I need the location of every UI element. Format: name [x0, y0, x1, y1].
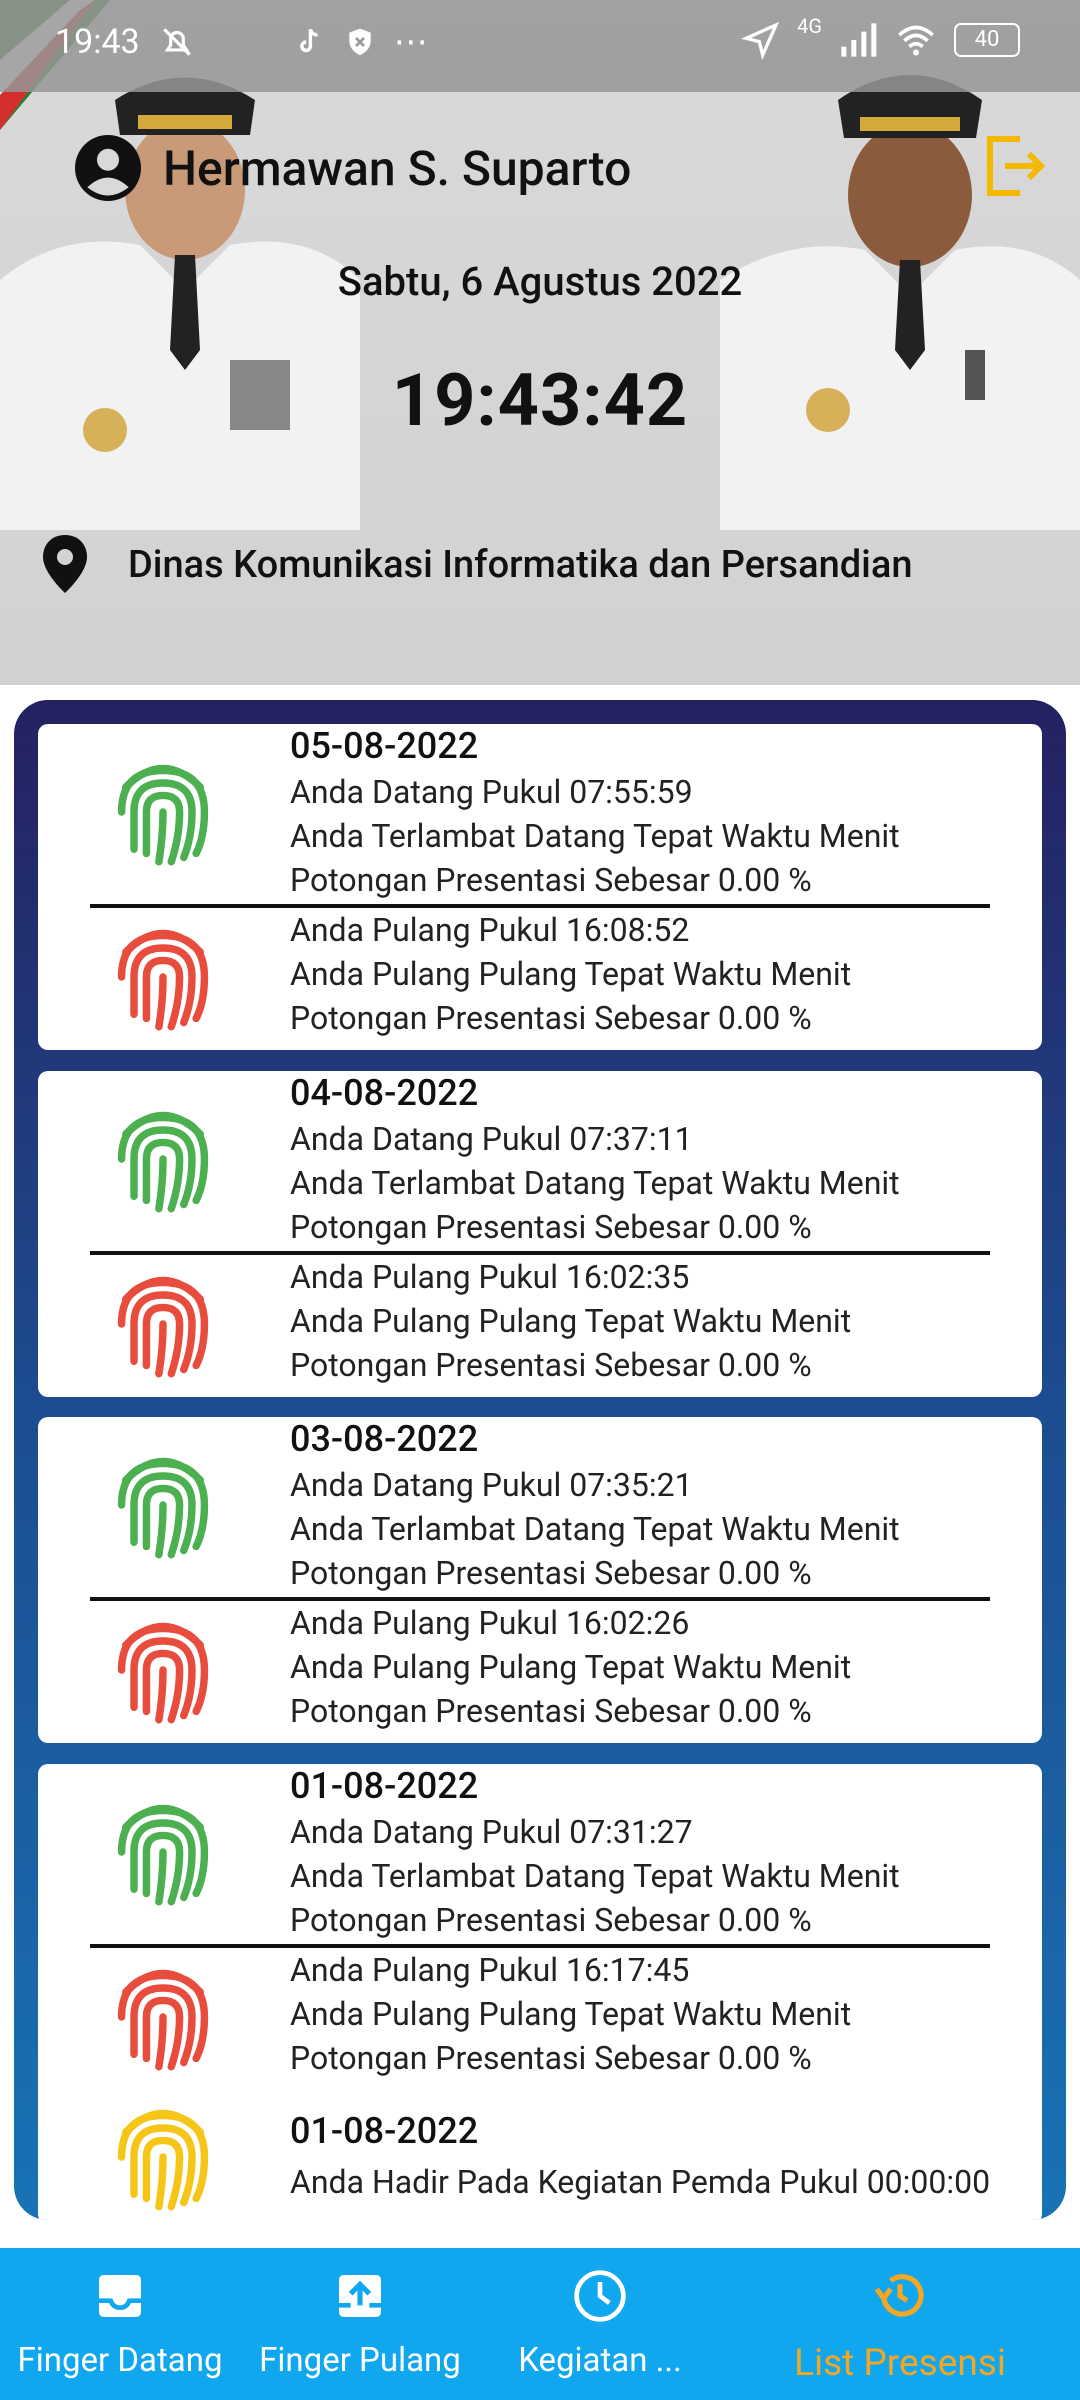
nav-label: Finger Datang — [17, 2341, 223, 2380]
departure-status: Anda Pulang Pulang Tepat Waktu Menit — [290, 955, 852, 993]
departure-deduction: Potongan Presentasi Sebesar 0.00 % — [290, 2039, 812, 2077]
fingerprint-in-icon — [117, 1111, 209, 1213]
arrival-status: Anda Terlambat Datang Tepat Waktu Menit — [290, 1510, 900, 1548]
departure-status: Anda Pulang Pulang Tepat Waktu Menit — [290, 1648, 852, 1686]
battery-icon: 40 — [954, 23, 1020, 57]
nav-kegiatan[interactable]: Kegiatan ... — [490, 2268, 710, 2380]
fingerprint-out-icon — [117, 1276, 209, 1378]
record-date: 05-08-2022 — [290, 725, 479, 767]
event-date: 01-08-2022 — [290, 2110, 479, 2152]
shield-icon — [349, 28, 371, 56]
clock-icon — [574, 2270, 626, 2322]
fingerprint-in-icon — [117, 764, 209, 866]
record-date: 01-08-2022 — [290, 1765, 479, 1807]
arrival-time: Anda Datang Pukul 07:55:59 — [290, 773, 693, 811]
location-arrow-icon — [741, 21, 780, 60]
arrival-deduction: Potongan Presentasi Sebesar 0.00 % — [290, 861, 812, 899]
record-date: 03-08-2022 — [290, 1418, 479, 1460]
bottom-navigation: Finger Datang Finger Pulang Kegiatan ...… — [0, 2248, 1080, 2400]
arrival-time: Anda Datang Pukul 07:37:11 — [290, 1120, 693, 1158]
fingerprint-in-icon — [117, 1457, 209, 1559]
departure-status: Anda Pulang Pulang Tepat Waktu Menit — [290, 1995, 852, 2033]
fingerprint-out-icon — [117, 1622, 209, 1724]
arrival-status: Anda Terlambat Datang Tepat Waktu Menit — [290, 1164, 900, 1202]
arrival-status: Anda Terlambat Datang Tepat Waktu Menit — [290, 817, 900, 855]
attendance-card: 03-08-2022 Anda Datang Pukul 07:35:21 An… — [38, 1417, 1042, 1743]
arrival-deduction: Potongan Presentasi Sebesar 0.00 % — [290, 1554, 812, 1592]
header-banner: 19:43 ⋯ 4G 40 Hermawan S. Suparto Sabtu,… — [0, 0, 1080, 685]
event-attendance: Anda Hadir Pada Kegiatan Pemda Pukul 00:… — [290, 2163, 991, 2201]
attendance-card: 04-08-2022 Anda Datang Pukul 07:37:11 An… — [38, 1071, 1042, 1397]
tiktok-icon — [299, 28, 318, 53]
attendance-card: 01-08-2022 Anda Datang Pukul 07:31:27 An… — [38, 1764, 1042, 2220]
departure-deduction: Potongan Presentasi Sebesar 0.00 % — [290, 999, 812, 1037]
departure-time: Anda Pulang Pukul 16:02:26 — [290, 1604, 690, 1642]
wifi-icon — [898, 25, 934, 56]
departure-deduction: Potongan Presentasi Sebesar 0.00 % — [290, 1692, 812, 1730]
fingerprint-out-icon — [117, 929, 209, 1031]
bell-off-icon — [162, 28, 191, 56]
user-name: Hermawan S. Suparto — [163, 139, 632, 197]
signal-icon — [841, 23, 877, 57]
status-bar: 19:43 ⋯ 4G 40 — [0, 0, 1080, 92]
arrival-time: Anda Datang Pukul 07:31:27 — [290, 1813, 693, 1851]
nav-list-presensi[interactable]: List Presensi — [770, 2268, 1030, 2385]
location-pin-icon — [43, 535, 87, 593]
departure-status: Anda Pulang Pulang Tepat Waktu Menit — [290, 1302, 852, 1340]
nav-label: Finger Pulang — [259, 2341, 461, 2380]
office-location: Dinas Komunikasi Informatika dan Persand… — [128, 543, 913, 587]
departure-time: Anda Pulang Pukul 16:08:52 — [290, 911, 690, 949]
history-icon — [874, 2274, 924, 2317]
attendance-card: 05-08-2022 Anda Datang Pukul 07:55:59 An… — [38, 724, 1042, 1050]
more-notifications-icon: ⋯ — [393, 22, 428, 62]
nav-label: Kegiatan ... — [518, 2341, 682, 2380]
fingerprint-event-icon — [117, 2109, 209, 2211]
departure-time: Anda Pulang Pukul 16:02:35 — [290, 1258, 690, 1296]
arrival-status: Anda Terlambat Datang Tepat Waktu Menit — [290, 1857, 900, 1895]
nav-label: List Presensi — [794, 2342, 1006, 2385]
upload-box-icon — [339, 2275, 381, 2317]
fingerprint-out-icon — [117, 1969, 209, 2071]
arrival-deduction: Potongan Presentasi Sebesar 0.00 % — [290, 1208, 812, 1246]
current-clock: 19:43:42 — [391, 358, 689, 443]
fingerprint-in-icon — [117, 1804, 209, 1906]
account-circle-icon — [75, 135, 141, 201]
inbox-icon — [99, 2275, 141, 2317]
nav-finger-datang[interactable]: Finger Datang — [10, 2268, 230, 2380]
arrival-time: Anda Datang Pukul 07:35:21 — [290, 1466, 693, 1504]
logout-icon[interactable] — [978, 130, 1050, 202]
departure-time: Anda Pulang Pukul 16:17:45 — [290, 1951, 690, 1989]
arrival-deduction: Potongan Presentasi Sebesar 0.00 % — [290, 1901, 812, 1939]
status-time: 19:43 — [55, 22, 140, 62]
departure-deduction: Potongan Presentasi Sebesar 0.00 % — [290, 1346, 812, 1384]
nav-finger-pulang[interactable]: Finger Pulang — [250, 2268, 470, 2380]
battery-level: 40 — [974, 27, 1000, 52]
record-date: 04-08-2022 — [290, 1072, 479, 1114]
attendance-list[interactable]: 05-08-2022 Anda Datang Pukul 07:55:59 An… — [14, 700, 1066, 2220]
network-type: 4G — [797, 14, 822, 38]
current-date: Sabtu, 6 Agustus 2022 — [337, 258, 743, 305]
